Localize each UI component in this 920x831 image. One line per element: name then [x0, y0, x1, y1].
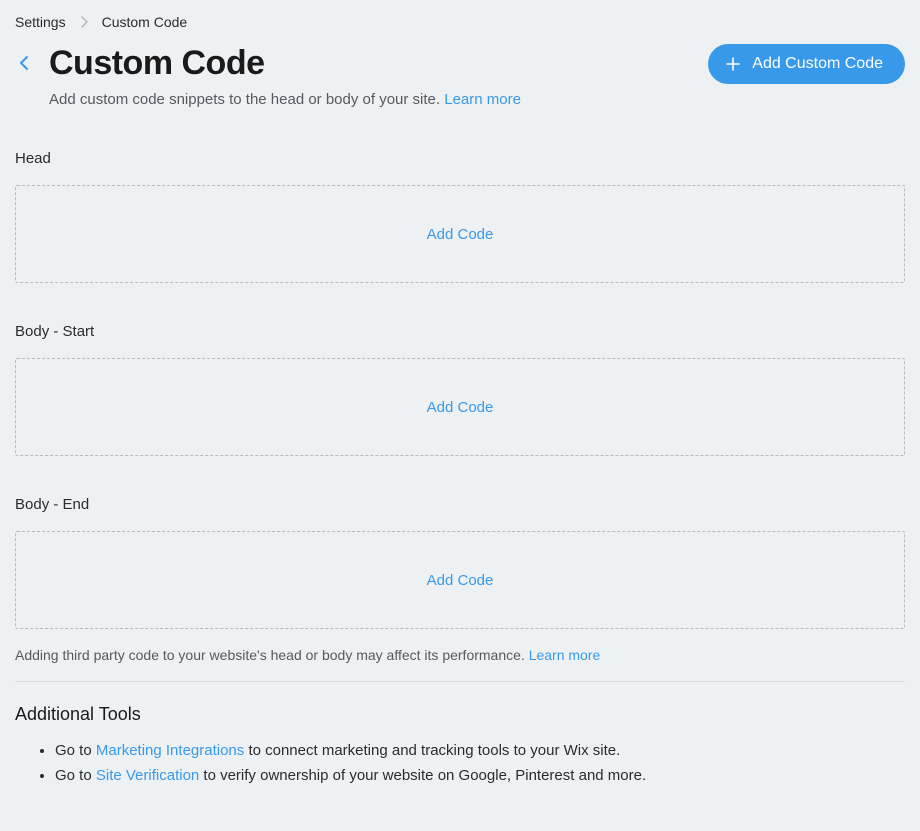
section-body-start: Body - Start Add Code [15, 323, 905, 456]
section-head: Head Add Code [15, 150, 905, 283]
tools-item-suffix: to connect marketing and tracking tools … [244, 742, 620, 759]
back-button[interactable] [15, 54, 33, 72]
learn-more-link[interactable]: Learn more [444, 91, 521, 108]
add-custom-code-label: Add Custom Code [752, 55, 883, 73]
section-head-title: Head [15, 150, 905, 167]
add-code-body-end[interactable]: Add Code [15, 531, 905, 629]
add-code-body-start[interactable]: Add Code [15, 358, 905, 456]
add-code-head-label: Add Code [427, 226, 494, 243]
site-verification-link[interactable]: Site Verification [96, 767, 199, 784]
breadcrumb-settings[interactable]: Settings [15, 14, 66, 30]
performance-note: Adding third party code to your website'… [15, 647, 905, 663]
performance-learn-more-link[interactable]: Learn more [529, 647, 601, 663]
additional-tools-list: Go to Marketing Integrations to connect … [15, 739, 905, 789]
add-code-body-start-label: Add Code [427, 399, 494, 416]
additional-tools-heading: Additional Tools [15, 704, 905, 725]
performance-note-text: Adding third party code to your website'… [15, 647, 529, 663]
tools-item-prefix: Go to [55, 767, 96, 784]
breadcrumb: Settings Custom Code [15, 14, 905, 30]
subtitle-text: Add custom code snippets to the head or … [49, 91, 444, 108]
chevron-left-icon [19, 55, 29, 71]
section-body-end-title: Body - End [15, 496, 905, 513]
breadcrumb-current: Custom Code [102, 14, 188, 30]
add-code-head[interactable]: Add Code [15, 185, 905, 283]
plus-icon [726, 57, 740, 71]
add-code-body-end-label: Add Code [427, 572, 494, 589]
list-item: Go to Marketing Integrations to connect … [55, 739, 905, 764]
section-body-end: Body - End Add Code [15, 496, 905, 629]
tools-item-suffix: to verify ownership of your website on G… [199, 767, 646, 784]
divider [15, 681, 905, 682]
chevron-right-icon [80, 16, 88, 28]
section-body-start-title: Body - Start [15, 323, 905, 340]
page-title: Custom Code [49, 44, 521, 83]
list-item: Go to Site Verification to verify owners… [55, 764, 905, 789]
add-custom-code-button[interactable]: Add Custom Code [708, 44, 905, 84]
tools-item-prefix: Go to [55, 742, 96, 759]
marketing-integrations-link[interactable]: Marketing Integrations [96, 742, 244, 759]
page-header: Custom Code Add custom code snippets to … [15, 44, 905, 110]
page-subtitle: Add custom code snippets to the head or … [49, 89, 521, 110]
